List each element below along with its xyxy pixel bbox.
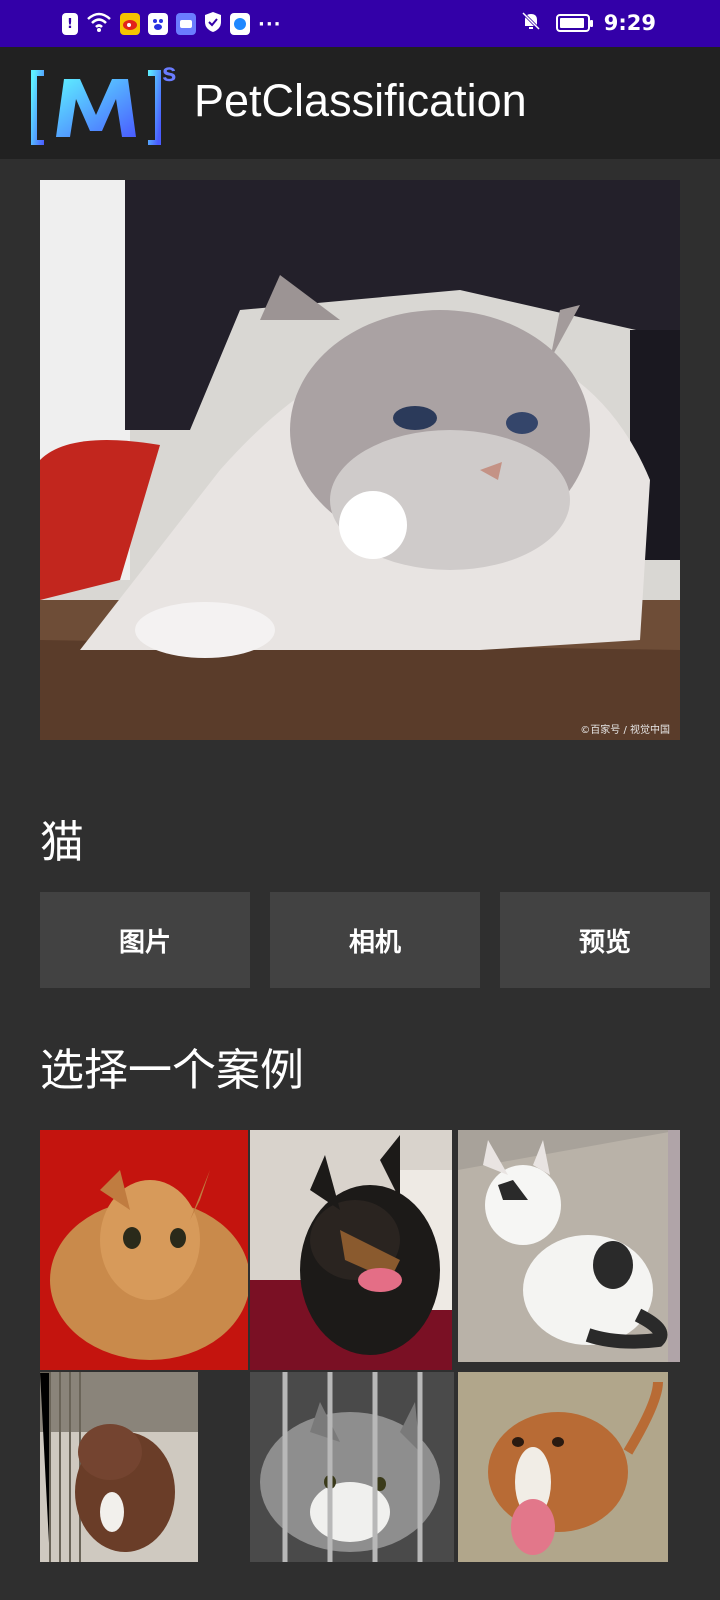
mindspore-logo: s	[30, 57, 186, 146]
example-image-2[interactable]	[250, 1130, 452, 1370]
bell-muted-icon	[520, 10, 542, 36]
example-image-4[interactable]	[40, 1372, 198, 1562]
example-image-6[interactable]	[458, 1372, 668, 1562]
image-watermark: ©百家号 / 视觉中国	[580, 725, 670, 736]
app-bar: s PetClassification	[0, 47, 720, 159]
status-bar: ! ··· 9:29	[0, 0, 720, 47]
example-image-3[interactable]	[458, 1130, 680, 1362]
browser-icon	[230, 13, 250, 35]
system-icons: 9:29	[520, 10, 656, 36]
example-image-5[interactable]	[250, 1372, 454, 1562]
camera-button[interactable]: 相机	[270, 892, 480, 988]
alert-icon: !	[62, 13, 78, 35]
preview-button[interactable]: 预览	[500, 892, 710, 988]
image-button[interactable]: 图片	[40, 892, 250, 988]
app-icon	[176, 13, 196, 35]
action-buttons: 图片 相机 预览	[40, 892, 720, 988]
battery-icon	[555, 14, 593, 32]
notification-icons: ! ···	[62, 11, 282, 37]
example-image-1[interactable]	[40, 1130, 248, 1370]
more-notifications-icon: ···	[258, 13, 282, 35]
classification-result: 猫	[40, 817, 84, 868]
examples-title: 选择一个案例	[40, 1045, 304, 1096]
logo-superscript: s	[162, 61, 176, 87]
wifi-icon	[86, 11, 112, 37]
app-title: PetClassification	[194, 75, 527, 126]
shield-icon	[204, 11, 222, 37]
selected-pet-image: ©百家号 / 视觉中国	[40, 180, 680, 740]
baidu-icon	[148, 13, 168, 35]
weibo-icon	[120, 13, 140, 35]
clock: 9:29	[603, 11, 656, 35]
